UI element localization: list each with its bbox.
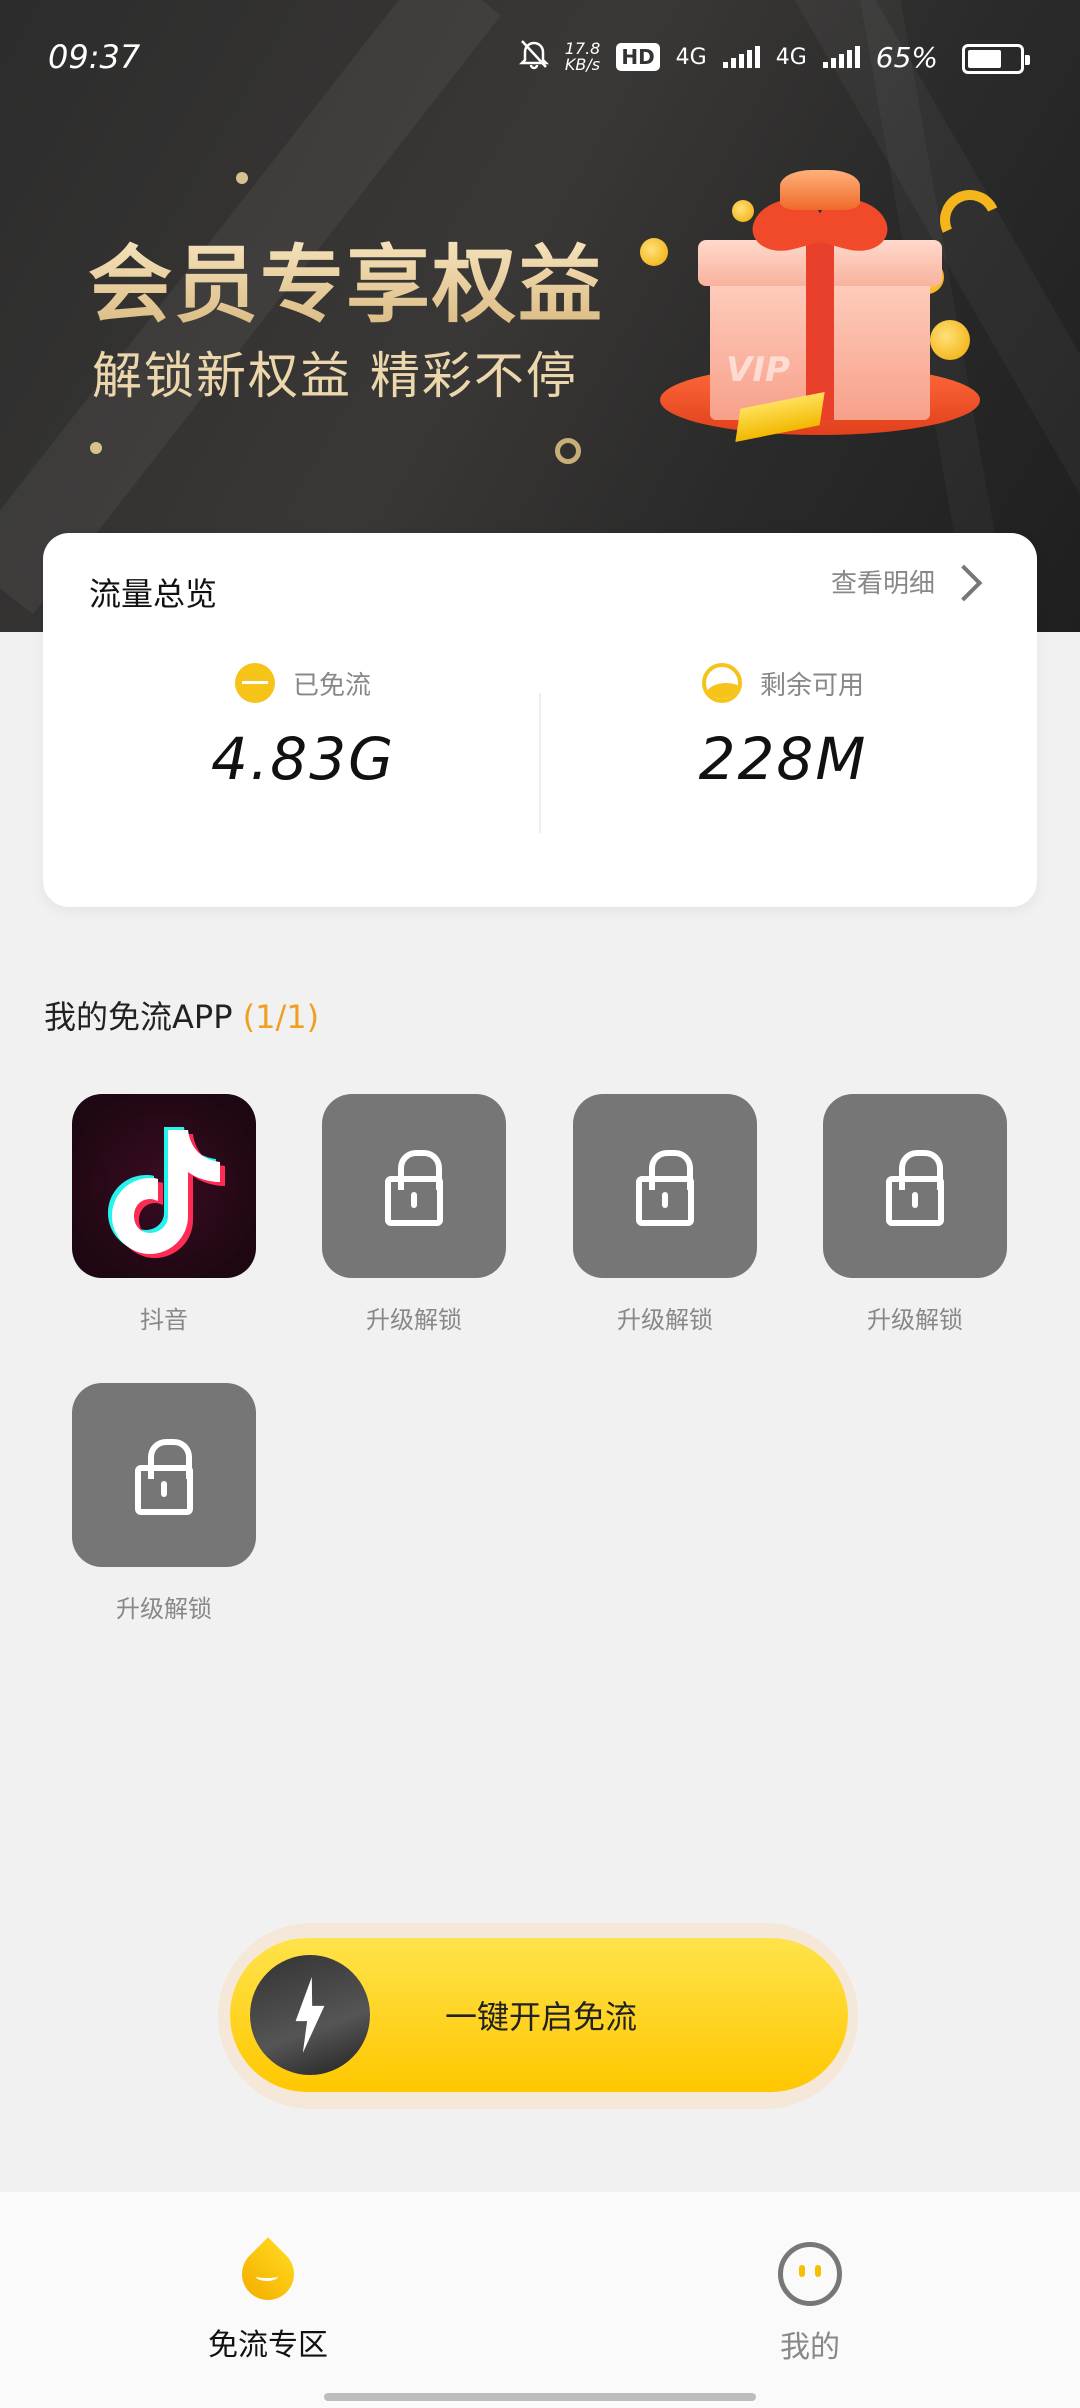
- nav-tab-free-zone[interactable]: 免流专区: [168, 2242, 368, 2364]
- section-title-text: 我的免流APP: [44, 998, 233, 1036]
- app-tile-locked[interactable]: 升级解锁: [72, 1383, 256, 1624]
- network-speed: 17.8 KB/s: [565, 41, 601, 73]
- my-free-apps-title: 我的免流APP (1/1): [44, 992, 319, 1038]
- ribbon-curl-icon: [931, 181, 1009, 259]
- one-key-enable-label: 一键开启免流: [445, 1998, 638, 2036]
- banner-subtitle: 解锁新权益 精彩不停: [92, 347, 578, 405]
- app-tile-douyin[interactable]: 抖音: [72, 1094, 256, 1335]
- pulse-icon: [234, 663, 275, 703]
- app-tile-locked[interactable]: 升级解锁: [322, 1094, 506, 1335]
- stat-value: 4.83G: [210, 725, 396, 793]
- droplet-icon: [238, 2242, 298, 2304]
- chevron-right-icon: [945, 564, 983, 601]
- app-name: 抖音: [140, 1306, 188, 1334]
- tiktok-note-icon: [108, 1127, 225, 1258]
- network-type-2: 4G: [775, 44, 807, 70]
- overview-title: 流量总览: [89, 575, 218, 613]
- one-key-enable-button[interactable]: 一键开启免流: [230, 1938, 848, 2092]
- signal-strength-icon: [822, 46, 860, 68]
- stat-divider: [539, 693, 541, 833]
- gold-coin-icon: [732, 200, 754, 222]
- gold-coin-icon: [930, 320, 970, 360]
- lock-icon: [886, 1150, 944, 1226]
- nav-label: 我的: [780, 2330, 840, 2365]
- app-tile-locked[interactable]: 升级解锁: [573, 1094, 757, 1335]
- status-bar: 09:37 17.8 KB/s HD 4G 4G 65%: [0, 0, 1080, 110]
- nav-tab-mine[interactable]: 我的: [710, 2242, 910, 2366]
- battery-icon: [962, 44, 1030, 74]
- bottom-nav: 免流专区 我的: [0, 2192, 1080, 2408]
- battery-percent: 65%: [875, 40, 938, 74]
- app-name: 升级解锁: [366, 1306, 462, 1334]
- view-details-label: 查看明细: [830, 569, 935, 599]
- lock-icon: [636, 1150, 694, 1226]
- network-speed-unit: KB/s: [564, 55, 601, 74]
- vip-gift-box-illustration: VIP: [640, 160, 1020, 460]
- stat-remaining: 剩余可用 228M: [583, 663, 983, 793]
- signal-strength-icon: [722, 46, 760, 68]
- locked-app-tile: [72, 1383, 256, 1567]
- stat-value: 228M: [698, 725, 868, 793]
- app-name: 升级解锁: [617, 1306, 713, 1334]
- vip-label: VIP: [726, 350, 790, 390]
- smiley-face-icon: [778, 2242, 842, 2306]
- view-details-link[interactable]: 查看明细: [830, 563, 983, 601]
- locked-app-tile: [322, 1094, 506, 1278]
- network-type-1: 4G: [675, 44, 707, 70]
- app-count: (1/1): [242, 998, 320, 1036]
- lightning-bolt-icon: [250, 1955, 370, 2075]
- app-tile-locked[interactable]: 升级解锁: [823, 1094, 1007, 1335]
- decor-ring: [555, 438, 581, 464]
- locked-app-tile: [573, 1094, 757, 1278]
- stat-label: 剩余可用: [759, 670, 864, 701]
- douyin-app-icon: [72, 1094, 256, 1278]
- gold-ingot-icon: [780, 170, 860, 210]
- hd-badge: HD: [616, 43, 660, 71]
- nav-label: 免流专区: [208, 2328, 328, 2363]
- status-time: 09:37: [48, 38, 141, 76]
- status-icons: 17.8 KB/s HD 4G 4G 65%: [518, 38, 938, 76]
- half-full-icon: [701, 663, 742, 703]
- traffic-overview-card: 流量总览 查看明细 已免流 4.83G 剩余可用 228M: [43, 533, 1037, 907]
- decor-dot: [90, 442, 102, 454]
- gold-coin-icon: [640, 238, 668, 266]
- banner-title: 会员专享权益: [88, 218, 604, 339]
- locked-app-tile: [823, 1094, 1007, 1278]
- app-name: 升级解锁: [116, 1595, 212, 1623]
- stat-label: 已免流: [292, 670, 371, 701]
- lock-icon: [135, 1439, 193, 1515]
- lock-icon: [385, 1150, 443, 1226]
- app-name: 升级解锁: [867, 1306, 963, 1334]
- battery-level: [968, 50, 1001, 68]
- decor-dot: [236, 172, 248, 184]
- notifications-off-icon: [518, 38, 549, 76]
- home-indicator[interactable]: [324, 2393, 756, 2401]
- stat-free-used: 已免流 4.83G: [103, 663, 503, 793]
